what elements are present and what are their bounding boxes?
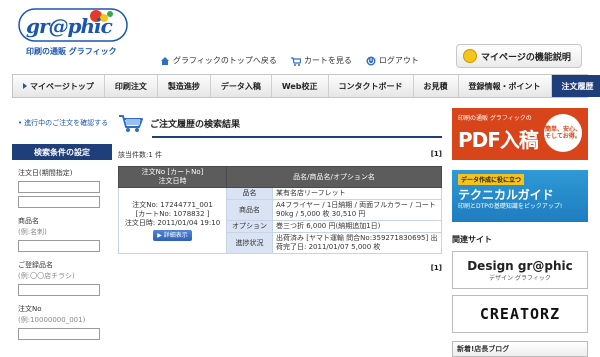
order-date-from-input[interactable] [18,181,100,193]
row-value-option: 巻三つ折 6,000 円(納期追加1日) [272,220,442,233]
detail-button-label: 詳細表示 [163,231,188,239]
detail-button[interactable]: ▶ 詳細表示 [153,229,192,241]
order-no-input[interactable] [18,328,100,340]
results-title-row: ご注文履歴の検索結果 [118,108,442,138]
header-links: グラフィックのトップへ戻る カートを見る ログアウト [160,55,419,66]
results-table: 注文No [カートNo] 注文日時 品名/商品名/オプション名 注文No: 17… [118,166,442,254]
nav-web-proof[interactable]: Web校正 [272,75,329,97]
technical-guide-banner[interactable]: データ作成に役に立つ テクニカルガイド 印刷とDTPの基礎知識をピックアップ! [452,170,588,222]
field-hint-product: (例:名刺) [18,228,47,236]
field-label-product: 商品名 [18,217,39,225]
link-top-label: グラフィックのトップへ戻る [173,56,277,65]
row-label-product: 商品名 [226,199,273,221]
product-name-input[interactable] [18,240,100,252]
pdf-banner-small: 印刷の通販 グラフィックの [458,115,532,122]
col-item-name: 品名/商品名/オプション名 [226,166,442,188]
col-order-no: 注文No [カートNo] 注文日時 [118,166,227,188]
field-label-order-no: 注文No [18,305,42,313]
cart-small-icon [290,56,301,66]
in-progress-link[interactable]: 進行中のご注文を確認する [18,118,112,128]
row-value-product: A4フライヤー / 1日納期 / 両面フルカラー / コート90kg / 5,0… [272,199,442,221]
nav-production-progress[interactable]: 製造進捗 [158,75,211,97]
logo-word: gr@phic [26,14,113,38]
pdf-submit-banner[interactable]: 印刷の通販 グラフィックの PDF入稿 簡単、安心、そしてお得。 [452,108,588,160]
row-value-item: 某有名店リーフレット [272,187,442,200]
link-cart-label: カートを見る [303,56,352,65]
nav-contact-board[interactable]: コンタクトボード [329,75,414,97]
search-sidebar: 進行中のご注文を確認する 検索条件の設定 注文日(期間指定) 商品名 (例:名刺… [12,108,112,340]
order-date-to-input[interactable] [18,196,100,208]
table-header-row: 注文No [カートNo] 注文日時 品名/商品名/オプション名 [118,166,442,188]
col-order-date-label: 注文日時 [158,177,187,185]
nav-mypage-top[interactable]: マイページトップ [13,75,105,97]
row-value-status: 出荷済み [ヤマト運輸 問合No:359271830695] 出荷完了日: 20… [272,232,442,254]
nav-order-history[interactable]: 注文履歴 [551,75,600,97]
link-logout-label: ログアウト [378,56,419,65]
design-graphic-link[interactable]: Design gr@phic デザイン グラフィック [452,251,588,289]
mypage-help-label: マイページの機能説明 [481,52,571,63]
link-logout[interactable]: ログアウト [366,55,419,66]
nav-estimate[interactable]: お見積 [414,75,459,97]
main-nav: マイページトップ 印刷注文 製造進捗 データ入稿 Web校正 コンタクトボード … [12,74,600,98]
table-row: 注文No: 17244771_001 [カートNo: 1078832 ] 注文日… [118,187,442,254]
col-order-no-label: 注文No [カートNo] [141,168,204,176]
row-label-option: オプション [226,220,273,233]
title-underline [152,136,442,138]
field-hint-registered-name: (例:〇〇店チラシ) [18,272,75,280]
order-date: 注文日時: 2011/01/04 19:10 [124,218,221,227]
field-label-order-date: 注文日(期間指定) [18,169,73,177]
design-graphic-logo: Design gr@phic [467,258,573,273]
pager-bottom[interactable]: [1] [118,264,442,272]
link-top[interactable]: グラフィックのトップへ戻る [160,55,277,66]
registered-name-input[interactable] [18,284,100,296]
nav-data-submit[interactable]: データ入稿 [211,75,272,97]
logo-subtitle: 印刷の通販 グラフィック [26,47,117,56]
creatorz-logo: CREATORZ [479,305,561,323]
row-label-item: 品名 [226,187,273,200]
link-cart[interactable]: カートを見る [290,55,352,66]
right-sidebar: 印刷の通販 グラフィックの PDF入稿 簡単、安心、そしてお得。 データ作成に役… [452,108,588,357]
field-label-registered-name: ご登録品名 [18,261,53,269]
search-conditions-header: 検索条件の設定 [12,144,112,160]
site-logo[interactable]: gr@phic 印刷の通販 グラフィック [18,8,128,60]
store-blog-heading[interactable]: 新着!店長ブログ [452,341,588,357]
smiley-icon [463,49,477,63]
order-summary-cell: 注文No: 17244771_001 [カートNo: 1078832 ] 注文日… [118,187,227,254]
nav-print-order[interactable]: 印刷注文 [105,75,158,97]
pdf-banner-badge: 簡単、安心、そしてお得。 [544,114,582,152]
result-count: 該当件数:1 件 [118,151,163,159]
creatorz-link[interactable]: CREATORZ [452,295,588,333]
cart-icon [119,115,143,132]
site-header: gr@phic 印刷の通販 グラフィック グラフィックのトップへ戻る カートを見… [0,0,600,72]
tech-banner-text: 印刷とDTPの基礎知識をピックアップ! [458,203,563,210]
logout-icon [366,56,376,65]
cart-no: [カートNo: 1078832 ] [135,209,210,218]
row-label-status: 進捗状況 [226,232,273,254]
mypage-help-button[interactable]: マイページの機能説明 [456,44,582,68]
nav-registration-points[interactable]: 登録情報・ポイント [459,75,552,97]
house-icon [161,56,169,65]
related-sites-heading: 関連サイト [452,235,492,244]
results-title: ご注文履歴の検索結果 [150,119,241,130]
field-hint-order-no: (例:10000000_001) [18,316,86,324]
tech-banner-title: テクニカルガイド [458,188,554,202]
results-panel: ご注文履歴の検索結果 該当件数:1 件 [1] 注文No [カートNo] 注文日… [118,108,442,272]
order-no: 注文No: 17244771_001 [132,200,213,209]
design-graphic-sub: デザイン グラフィック [489,274,551,282]
tech-banner-ribbon: データ作成に役に立つ [458,174,525,185]
pdf-banner-title: PDF入稿 [458,128,539,152]
results-meta: 該当件数:1 件 [1] [118,150,442,160]
pager-top[interactable]: [1] [431,150,442,160]
